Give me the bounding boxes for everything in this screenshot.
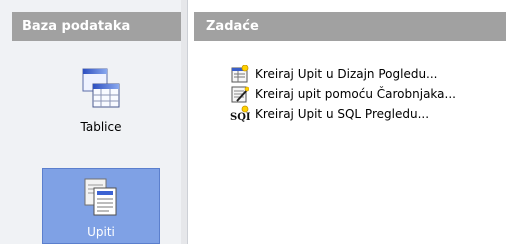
wizard-icon xyxy=(230,85,250,103)
task-wizard-label: Kreiraj upit pomoću Čarobnjaka... xyxy=(255,87,456,101)
db-item-tables[interactable]: Tablice xyxy=(42,64,160,150)
db-item-tables-label: Tablice xyxy=(80,120,122,134)
design-view-icon xyxy=(230,65,250,83)
tasks-panel-title: Zadaće xyxy=(194,12,506,41)
db-item-queries-label: Upiti xyxy=(87,225,115,239)
query-icon xyxy=(43,177,159,221)
task-sql-view[interactable]: SQL Kreiraj Upit u SQL Pregledu... xyxy=(230,104,506,124)
sql-icon: SQL xyxy=(230,105,250,123)
svg-text:SQL: SQL xyxy=(230,112,250,123)
task-wizard[interactable]: Kreiraj upit pomoću Čarobnjaka... xyxy=(230,84,506,104)
panel-divider-line xyxy=(187,0,188,244)
task-design-view-label: Kreiraj Upit u Dizajn Pogledu... xyxy=(255,67,438,81)
task-design-view[interactable]: Kreiraj Upit u Dizajn Pogledu... xyxy=(230,64,506,84)
db-item-queries[interactable]: Upiti xyxy=(42,168,160,244)
task-sql-view-label: Kreiraj Upit u SQL Pregledu... xyxy=(255,107,430,121)
task-list: Kreiraj Upit u Dizajn Pogledu... Kreiraj… xyxy=(230,64,506,124)
table-icon xyxy=(42,66,160,114)
database-panel-title: Baza podataka xyxy=(12,12,181,41)
